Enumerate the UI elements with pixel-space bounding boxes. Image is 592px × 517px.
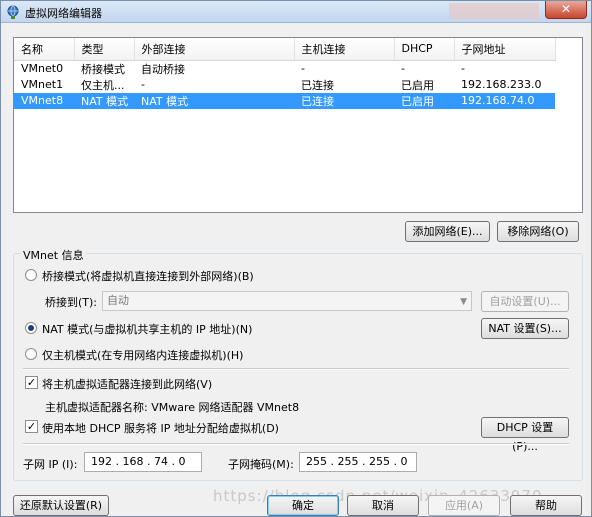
cell-dhcp: - <box>401 62 405 75</box>
table-header-row: 名称 类型 外部连接 主机连接 DHCP 子网地址 <box>14 38 556 61</box>
cell-name: VMnet0 <box>21 62 64 75</box>
cell-subnet: 192.168.233.0 <box>461 78 542 91</box>
window-title: 虚拟网络编辑器 <box>25 7 102 20</box>
connect-adapter-label[interactable]: 将主机虚拟适配器连接到此网络(V) <box>42 376 212 392</box>
nat-mode-radio[interactable] <box>25 322 37 334</box>
cell-host: - <box>301 62 305 75</box>
cell-subnet: - <box>461 62 465 75</box>
nat-settings-button[interactable]: NAT 设置(S)... <box>481 318 569 339</box>
ok-button[interactable]: 确定 <box>267 495 339 516</box>
bridged-to-value: 自动 <box>107 294 129 307</box>
column-header-type[interactable]: 类型 <box>74 38 135 61</box>
cell-external: 自动桥接 <box>141 62 185 76</box>
help-button[interactable]: 帮助 <box>510 495 582 516</box>
cell-dhcp: 已启用 <box>401 78 434 92</box>
cell-type: 仅主机... <box>81 78 125 92</box>
cell-name: VMnet1 <box>21 78 64 91</box>
column-header-name[interactable]: 名称 <box>14 38 75 61</box>
connect-adapter-checkbox[interactable]: ✓ <box>25 376 38 389</box>
separator <box>23 368 569 370</box>
network-list[interactable]: 名称 类型 外部连接 主机连接 DHCP 子网地址 VMnet0 桥接模式 自动… <box>13 37 583 213</box>
subnet-ip-field[interactable]: 192 . 168 . 74 . 0 <box>84 452 202 472</box>
close-button[interactable]: ✕ <box>545 1 587 19</box>
column-header-host[interactable]: 主机连接 <box>294 38 395 61</box>
virtual-network-editor-window: 虚拟网络编辑器 ✕ 名称 类型 外部连接 主机连接 DHCP 子网地址 VMne… <box>0 0 592 517</box>
vmnet-info-group <box>13 253 583 481</box>
remove-network-button[interactable]: 移除网络(O) <box>497 221 579 242</box>
host-only-radio[interactable] <box>25 348 37 360</box>
bridged-to-label: 桥接到(T): <box>45 296 98 309</box>
adapter-name-text: 主机虚拟适配器名称: VMware 网络适配器 VMnet8 <box>45 401 300 414</box>
title-bar-highlight <box>449 3 539 19</box>
network-table: 名称 类型 外部连接 主机连接 DHCP 子网地址 VMnet0 桥接模式 自动… <box>14 38 556 109</box>
vmnet-info-label: VMnet 信息 <box>21 247 86 263</box>
column-header-subnet[interactable]: 子网地址 <box>454 38 556 61</box>
dropdown-arrow-icon: ▼ <box>460 297 467 307</box>
dhcp-settings-button[interactable]: DHCP 设置(P)... <box>481 417 569 453</box>
cell-external: - <box>141 78 145 91</box>
bridged-to-select[interactable]: 自动 ▼ <box>102 291 472 311</box>
use-dhcp-checkbox[interactable]: ✓ <box>25 420 38 433</box>
apply-button[interactable]: 应用(A) <box>428 495 500 516</box>
subnet-mask-field[interactable]: 255 . 255 . 255 . 0 <box>299 452 417 472</box>
bridged-mode-radio[interactable] <box>25 269 37 281</box>
cell-type: 桥接模式 <box>81 62 125 76</box>
restore-defaults-button[interactable]: 还原默认设置(R) <box>13 495 109 516</box>
subnet-ip-label: 子网 IP (I): <box>23 458 78 471</box>
cell-name: VMnet8 <box>14 92 74 109</box>
subnet-mask-label: 子网掩码(M): <box>228 458 294 471</box>
separator <box>23 443 569 445</box>
network-globe-icon <box>7 5 19 19</box>
host-only-label[interactable]: 仅主机模式(在专用网络内连接虚拟机)(H) <box>42 347 243 363</box>
cell-type: NAT 模式 <box>74 92 134 109</box>
title-bar[interactable]: 虚拟网络编辑器 ✕ <box>1 1 591 23</box>
cell-subnet: 192.168.74.0 <box>454 92 555 109</box>
column-header-dhcp[interactable]: DHCP <box>394 38 455 61</box>
cell-host: 已连接 <box>301 78 334 92</box>
cell-host: 已连接 <box>294 92 394 109</box>
table-row[interactable]: VMnet0 桥接模式 自动桥接 - - - <box>14 60 555 77</box>
table-row-selected[interactable]: VMnet8 NAT 模式 NAT 模式 已连接 已启用 192.168.74.… <box>14 92 555 109</box>
column-header-external[interactable]: 外部连接 <box>134 38 295 61</box>
nat-mode-label[interactable]: NAT 模式(与虚拟机共享主机的 IP 地址)(N) <box>42 321 252 337</box>
use-dhcp-label[interactable]: 使用本地 DHCP 服务将 IP 地址分配给虚拟机(D) <box>42 420 279 436</box>
table-row[interactable]: VMnet1 仅主机... - 已连接 已启用 192.168.233.0 <box>14 77 555 93</box>
cancel-button[interactable]: 取消 <box>347 495 419 516</box>
cell-external: NAT 模式 <box>134 92 294 109</box>
add-network-button[interactable]: 添加网络(E)... <box>405 221 490 242</box>
cell-dhcp: 已启用 <box>394 92 454 109</box>
bridged-mode-label[interactable]: 桥接模式(将虚拟机直接连接到外部网络)(B) <box>42 268 254 284</box>
auto-settings-button[interactable]: 自动设置(U)... <box>481 291 569 312</box>
